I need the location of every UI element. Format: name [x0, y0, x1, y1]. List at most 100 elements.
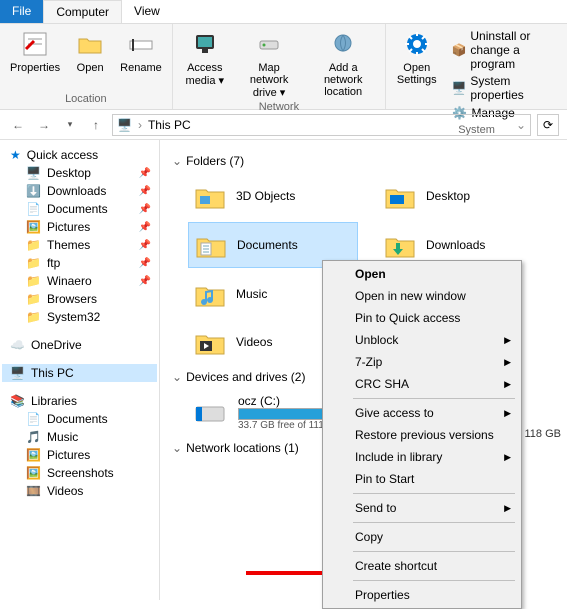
sidebar-lib-documents[interactable]: 📄Documents — [2, 410, 157, 428]
sidebar-pictures[interactable]: 🖼️Pictures📌 — [2, 218, 157, 236]
folders-section-header[interactable]: ⌄Folders (7) — [172, 154, 563, 168]
folder-desktop[interactable]: Desktop — [378, 174, 548, 218]
open-settings-label: Open Settings — [396, 62, 437, 86]
quick-access-icon: ★ — [10, 148, 21, 162]
folder-icon: 📁 — [26, 274, 41, 288]
folder-icon: 📁 — [26, 310, 41, 324]
rename-button[interactable]: Rename — [114, 26, 168, 93]
pin-icon: 📌 — [139, 222, 151, 233]
address-path: This PC — [148, 118, 191, 132]
folder-icon — [382, 178, 418, 214]
sidebar-this-pc[interactable]: 🖥️This PC — [2, 364, 157, 382]
access-media-label: Access media ▾ — [183, 62, 227, 87]
ctx-restore-versions[interactable]: Restore previous versions — [325, 424, 519, 446]
tab-file[interactable]: File — [0, 0, 43, 23]
sidebar-lib-music-label: Music — [47, 430, 78, 444]
address-box[interactable]: 🖥️ › This PC ⌄ — [112, 114, 531, 136]
music-icon: 🎵 — [26, 430, 41, 444]
ribbon-group-system: Open Settings 📦Uninstall or change a pro… — [386, 24, 567, 109]
sidebar-themes[interactable]: 📁Themes📌 — [2, 236, 157, 254]
properties-button[interactable]: Properties — [4, 26, 66, 93]
properties-icon — [19, 28, 51, 60]
ctx-pin-start[interactable]: Pin to Start — [325, 468, 519, 490]
sidebar-lib-pictures[interactable]: 🖼️Pictures — [2, 446, 157, 464]
ctx-properties[interactable]: Properties — [325, 584, 519, 606]
drive-icon — [192, 395, 228, 431]
sidebar-winaero-label: Winaero — [47, 274, 92, 288]
sidebar-desktop[interactable]: 🖥️Desktop📌 — [2, 164, 157, 182]
sysprops-icon: 🖥️ — [451, 80, 466, 96]
uninstall-icon: 📦 — [451, 42, 466, 58]
ctx-give-access[interactable]: Give access to▶ — [325, 402, 519, 424]
ctx-separator — [353, 398, 515, 399]
forward-button[interactable]: → — [34, 115, 54, 135]
access-media-button[interactable]: Access media ▾ — [177, 26, 233, 101]
ctx-crc-sha[interactable]: CRC SHA▶ — [325, 373, 519, 395]
pc-icon: 🖥️ — [117, 118, 132, 132]
folder-icon — [192, 178, 228, 214]
sidebar-browsers-label: Browsers — [47, 292, 97, 306]
sidebar-quick-access[interactable]: ★Quick access — [2, 146, 157, 164]
tab-view[interactable]: View — [122, 0, 172, 23]
ribbon: Properties Open Rename Location Access m… — [0, 24, 567, 110]
sidebar-themes-label: Themes — [47, 238, 90, 252]
chevron-down-icon: ⌄ — [172, 154, 182, 168]
network-hdr-label: Network locations (1) — [186, 441, 299, 455]
ctx-open-new-window[interactable]: Open in new window — [325, 285, 519, 307]
documents-icon: 📄 — [26, 412, 41, 426]
sidebar-downloads[interactable]: ⬇️Downloads📌 — [2, 182, 157, 200]
rename-label: Rename — [120, 62, 162, 74]
ctx-7zip-label: 7-Zip — [355, 355, 382, 369]
sidebar: ★Quick access 🖥️Desktop📌 ⬇️Downloads📌 📄D… — [0, 140, 160, 600]
folder-3dobjects[interactable]: 3D Objects — [188, 174, 358, 218]
ctx-unblock[interactable]: Unblock▶ — [325, 329, 519, 351]
libraries-icon: 📚 — [10, 394, 25, 408]
add-location-button[interactable]: Add a network location — [305, 26, 381, 101]
open-button[interactable]: Open — [68, 26, 112, 93]
desktop-icon: 🖥️ — [26, 166, 41, 180]
folder-label: Desktop — [426, 189, 470, 203]
sidebar-downloads-label: Downloads — [47, 184, 106, 198]
sidebar-lib-screenshots-label: Screenshots — [47, 466, 114, 480]
ctx-copy[interactable]: Copy — [325, 526, 519, 548]
sidebar-lib-screenshots[interactable]: 🖼️Screenshots — [2, 464, 157, 482]
ctx-pin-quick-access[interactable]: Pin to Quick access — [325, 307, 519, 329]
ctx-include-library[interactable]: Include in library▶ — [325, 446, 519, 468]
sidebar-libraries[interactable]: 📚Libraries — [2, 392, 157, 410]
folder-label: Documents — [237, 238, 298, 252]
ctx-open[interactable]: Open — [325, 263, 519, 285]
system-properties-button[interactable]: 🖥️System properties — [449, 73, 559, 103]
ctx-send-to[interactable]: Send to▶ — [325, 497, 519, 519]
submenu-arrow-icon: ▶ — [504, 335, 511, 346]
ctx-separator — [353, 551, 515, 552]
sidebar-browsers[interactable]: 📁Browsers — [2, 290, 157, 308]
pictures-icon: 🖼️ — [26, 220, 41, 234]
this-pc-icon: 🖥️ — [10, 366, 25, 380]
tab-computer[interactable]: Computer — [43, 0, 122, 23]
address-chevron-icon[interactable]: ⌄ — [516, 118, 526, 132]
back-button[interactable]: ← — [8, 115, 28, 135]
sidebar-lib-videos[interactable]: 🎞️Videos — [2, 482, 157, 500]
system-col: 📦Uninstall or change a program 🖥️System … — [445, 26, 563, 124]
ctx-separator — [353, 580, 515, 581]
up-button[interactable]: ↑ — [86, 115, 106, 135]
tab-bar: File Computer View — [0, 0, 567, 24]
refresh-button[interactable]: ⟳ — [537, 114, 559, 136]
sidebar-system32[interactable]: 📁System32 — [2, 308, 157, 326]
uninstall-button[interactable]: 📦Uninstall or change a program — [449, 28, 559, 72]
uninstall-label: Uninstall or change a program — [470, 29, 557, 71]
pin-icon: 📌 — [139, 204, 151, 215]
videos-icon: 🎞️ — [26, 484, 41, 498]
sidebar-lib-music[interactable]: 🎵 Music — [2, 428, 157, 446]
map-drive-button[interactable]: Map network drive ▾ — [235, 26, 303, 101]
sidebar-ftp[interactable]: 📁ftp📌 — [2, 254, 157, 272]
open-settings-button[interactable]: Open Settings — [390, 26, 443, 124]
sidebar-onedrive[interactable]: ☁️OneDrive — [2, 336, 157, 354]
folder-icon — [382, 227, 418, 263]
sidebar-documents[interactable]: 📄Documents📌 — [2, 200, 157, 218]
ctx-7zip[interactable]: 7-Zip▶ — [325, 351, 519, 373]
sidebar-winaero[interactable]: 📁Winaero📌 — [2, 272, 157, 290]
recent-dropdown[interactable]: ▾ — [60, 115, 80, 135]
ctx-create-shortcut[interactable]: Create shortcut — [325, 555, 519, 577]
ctx-include-lib-label: Include in library — [355, 450, 442, 464]
